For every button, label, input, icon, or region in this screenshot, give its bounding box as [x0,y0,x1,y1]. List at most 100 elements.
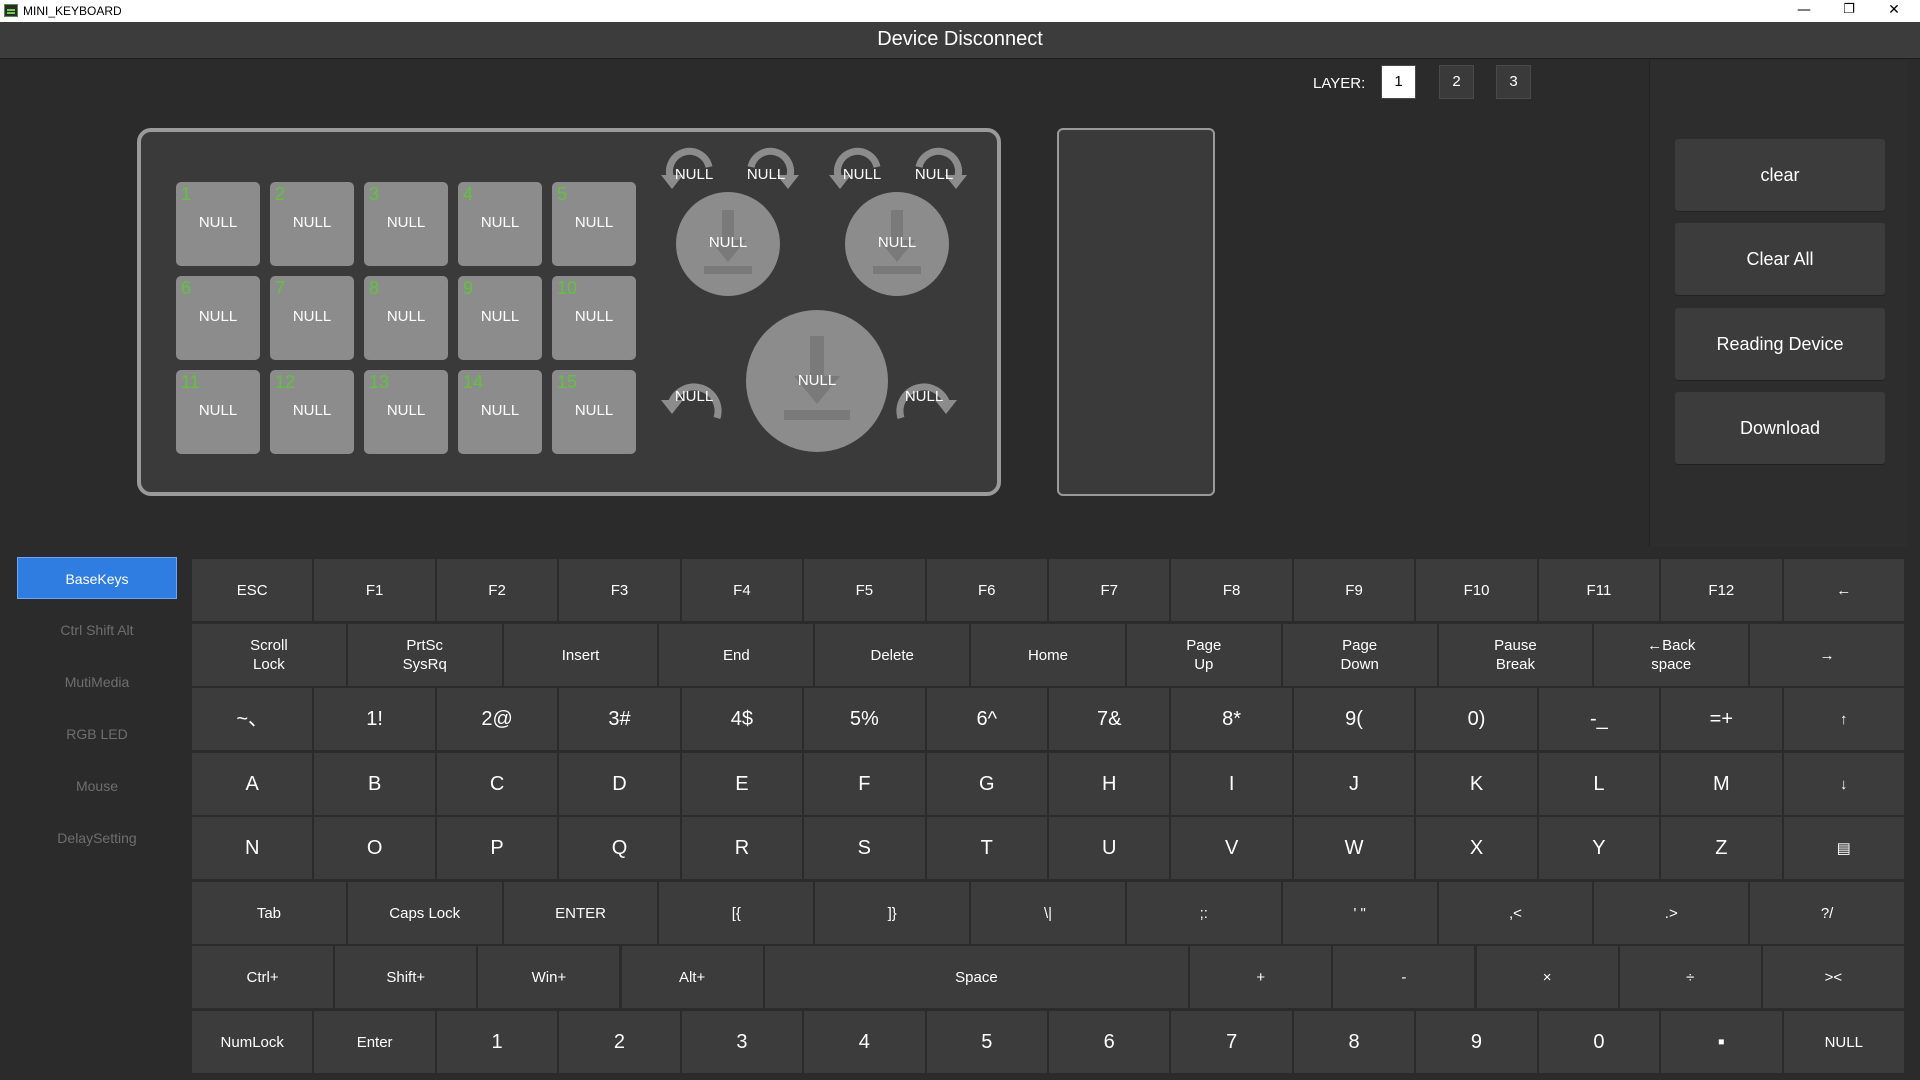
key-button[interactable]: \| [971,882,1125,944]
key-button[interactable]: Tab [192,882,346,944]
key-button[interactable]: .> [1594,882,1749,944]
key-button[interactable]: F9 [1293,559,1415,621]
key-button[interactable]: Home [971,624,1125,686]
key-button[interactable]: ]} [815,882,970,944]
key-button[interactable]: F4 [681,559,803,621]
key-button[interactable]: F3 [559,559,680,621]
sidebar-item-delaysetting[interactable]: DelaySetting [17,817,177,859]
key-button[interactable]: A [192,753,313,815]
sidebar-item-basekeys[interactable]: BaseKeys [17,557,177,599]
key-button[interactable]: R [681,817,803,879]
key-button[interactable]: Ctrl+ [192,946,334,1008]
key-button[interactable]: T [926,817,1047,879]
key-button[interactable]: S [804,817,925,879]
sidebar-item-mouse[interactable]: Mouse [17,765,177,807]
key-button[interactable]: O [314,817,435,879]
key-button[interactable]: D [559,753,680,815]
key-button[interactable]: F10 [1416,559,1537,621]
clear-all-button[interactable]: Clear All [1675,223,1885,295]
key-button[interactable]: F11 [1538,559,1660,621]
knob2-press[interactable]: NULL [845,192,949,296]
key-button[interactable]: End [659,624,814,686]
sidebar-item-mutimedia[interactable]: MutiMedia [17,661,177,703]
key-button[interactable]: 9 [1416,1011,1537,1073]
key-button[interactable]: 6^ [926,688,1047,750]
key-button[interactable]: F7 [1049,559,1170,621]
key-button[interactable]: 2 [559,1011,680,1073]
key-button[interactable]: P [436,817,558,879]
key-button[interactable]: ←Back space [1594,624,1749,686]
key-button[interactable]: 6 [1049,1011,1170,1073]
key-button[interactable]: Pause Break [1438,624,1593,686]
key-button[interactable]: × [1476,946,1618,1008]
key-pad-9[interactable]: 9 NULL [458,276,542,360]
key-button[interactable]: 2@ [436,688,558,750]
key-button[interactable]: Page Down [1282,624,1437,686]
key-button[interactable]: G [926,753,1047,815]
clear-button[interactable]: clear [1675,139,1885,211]
key-button[interactable]: 4$ [681,688,803,750]
key-button[interactable]: H [1049,753,1170,815]
key-button[interactable]: -_ [1538,688,1660,750]
key-button[interactable]: NumLock [192,1011,313,1073]
key-button[interactable]: >< [1762,946,1904,1008]
key-button[interactable]: 0 [1538,1011,1660,1073]
key-button[interactable]: M [1661,753,1782,815]
key-button[interactable]: ← [1783,559,1904,621]
close-icon[interactable]: ✕ [1872,0,1916,22]
key-button[interactable]: Scroll Lock [192,624,346,686]
reading-device-button[interactable]: Reading Device [1675,308,1885,380]
knob1-press[interactable]: NULL [676,192,780,296]
key-button[interactable]: ↑ [1783,688,1904,750]
key-button[interactable]: E [681,753,803,815]
key-button[interactable]: F12 [1661,559,1782,621]
key-pad-15[interactable]: 15 NULL [552,370,636,454]
knob3-left-rotate[interactable]: NULL [659,372,729,428]
key-button[interactable]: F8 [1171,559,1292,621]
key-button[interactable]: 7 [1171,1011,1292,1073]
key-button[interactable]: B [314,753,435,815]
key-button[interactable]: Space [764,946,1189,1008]
key-button[interactable]: W [1293,817,1415,879]
key-button[interactable]: F [804,753,925,815]
key-button[interactable]: L [1538,753,1660,815]
key-button[interactable]: ~、 [192,688,313,750]
key-button[interactable]: ESC [192,559,313,621]
key-button[interactable]: ENTER [503,882,658,944]
key-button[interactable]: 1 [436,1011,558,1073]
key-button[interactable]: X [1416,817,1537,879]
key-button[interactable]: 0) [1416,688,1537,750]
key-button[interactable]: Shift+ [335,946,477,1008]
key-button[interactable]: → [1750,624,1904,686]
key-button[interactable]: + [1190,946,1332,1008]
key-button[interactable]: - [1333,946,1475,1008]
key-button[interactable]: Caps Lock [347,882,502,944]
download-button[interactable]: Download [1675,392,1885,464]
minimize-icon[interactable]: — [1782,0,1826,22]
key-button[interactable]: J [1293,753,1415,815]
key-button[interactable]: C [436,753,558,815]
key-button[interactable]: Insert [503,624,658,686]
key-button[interactable]: Win+ [478,946,620,1008]
key-pad-6[interactable]: 6 NULL [176,276,260,360]
key-button[interactable]: Z [1661,817,1782,879]
key-button[interactable]: ;: [1126,882,1281,944]
key-button[interactable]: Delete [815,624,970,686]
key-button[interactable]: 3 [681,1011,803,1073]
key-button[interactable]: F5 [804,559,925,621]
key-pad-2[interactable]: 2 NULL [270,182,354,266]
key-button[interactable]: NULL [1783,1011,1904,1073]
key-button[interactable]: =+ [1661,688,1782,750]
key-pad-10[interactable]: 10 NULL [552,276,636,360]
key-pad-7[interactable]: 7 NULL [270,276,354,360]
key-button[interactable]: Enter [314,1011,435,1073]
key-pad-8[interactable]: 8 NULL [364,276,448,360]
key-button[interactable]: Q [559,817,680,879]
key-button[interactable]: ▪ [1661,1011,1782,1073]
key-button[interactable]: 8* [1171,688,1292,750]
key-pad-5[interactable]: 5 NULL [552,182,636,266]
key-button[interactable]: K [1416,753,1537,815]
key-button[interactable]: 3# [559,688,680,750]
key-button[interactable]: I [1171,753,1292,815]
key-button[interactable]: U [1049,817,1170,879]
